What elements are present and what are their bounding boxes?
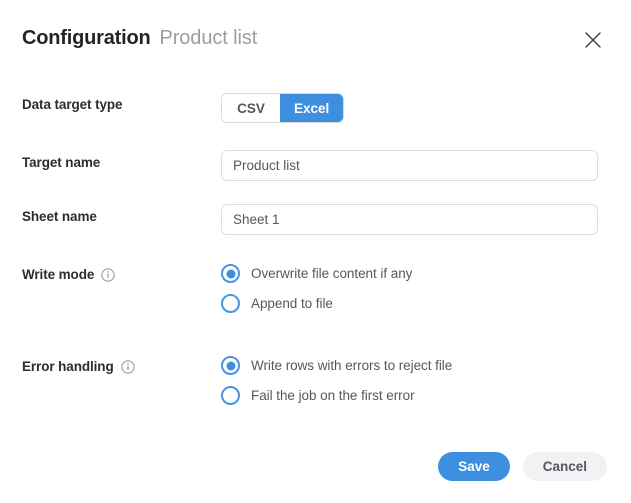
error-handling-control: Write rows with errors to reject file Fa… xyxy=(221,356,452,405)
field-row-sheet-name: Sheet name xyxy=(0,198,631,238)
radio-button-icon[interactable] xyxy=(221,294,240,313)
sheet-name-input[interactable] xyxy=(221,204,598,235)
radio-option-write-rows-to-reject-file[interactable]: Write rows with errors to reject file xyxy=(221,356,452,375)
radio-option-label: Write rows with errors to reject file xyxy=(251,358,453,373)
label-text: Sheet name xyxy=(22,209,97,224)
label-sheet-name: Sheet name xyxy=(22,209,97,224)
data-target-type-control: CSV Excel xyxy=(221,93,345,123)
label-error-handling: Error handling xyxy=(22,359,135,374)
label-target-name: Target name xyxy=(22,155,100,170)
field-row-target-name: Target name xyxy=(0,144,631,184)
label-text: Error handling xyxy=(22,359,114,374)
label-data-target-type: Data target type xyxy=(22,97,123,112)
label-text: Target name xyxy=(22,155,101,170)
save-button[interactable]: Save xyxy=(438,452,510,481)
field-row-data-target-type: Data target type CSV Excel xyxy=(0,87,631,127)
target-name-control xyxy=(221,150,598,181)
page-subtitle: Product list xyxy=(159,27,258,49)
segment-option-excel[interactable]: Excel xyxy=(280,94,344,122)
dialog-header: Configuration Product list xyxy=(0,0,631,78)
segment-option-csv[interactable]: CSV xyxy=(222,94,280,122)
radio-button-icon[interactable] xyxy=(221,386,240,405)
sheet-name-control xyxy=(221,204,598,235)
label-text: Data target type xyxy=(22,97,123,112)
close-icon[interactable] xyxy=(579,26,607,54)
error-handling-radio-group: Write rows with errors to reject file Fa… xyxy=(221,356,452,405)
field-row-error-handling: Error handling Write rows with errors to… xyxy=(0,356,631,418)
label-text: Write mode xyxy=(22,267,95,282)
radio-button-icon[interactable] xyxy=(221,264,240,283)
write-mode-control: Overwrite file content if any Append to … xyxy=(221,264,412,313)
label-write-mode: Write mode xyxy=(22,267,115,282)
dialog-footer: Save Cancel xyxy=(438,452,607,481)
page-title: Configuration xyxy=(22,27,151,49)
radio-option-fail-on-first-error[interactable]: Fail the job on the first error xyxy=(221,386,452,405)
cancel-button[interactable]: Cancel xyxy=(522,452,607,481)
radio-option-label: Fail the job on the first error xyxy=(251,388,415,403)
radio-button-icon[interactable] xyxy=(221,356,240,375)
radio-option-label: Overwrite file content if any xyxy=(251,266,413,281)
info-icon[interactable] xyxy=(121,359,135,374)
write-mode-radio-group: Overwrite file content if any Append to … xyxy=(221,264,412,313)
radio-option-overwrite[interactable]: Overwrite file content if any xyxy=(221,264,412,283)
info-icon[interactable] xyxy=(101,267,115,282)
configuration-dialog: Configuration Product list Data target t… xyxy=(0,0,631,503)
radio-option-label: Append to file xyxy=(251,296,333,311)
dialog-title-group: Configuration Product list xyxy=(22,27,257,50)
radio-option-append[interactable]: Append to file xyxy=(221,294,412,313)
field-row-write-mode: Write mode Overwrite file content if any xyxy=(0,264,631,326)
data-target-type-segmented-toggle[interactable]: CSV Excel xyxy=(221,93,345,123)
target-name-input[interactable] xyxy=(221,150,598,181)
